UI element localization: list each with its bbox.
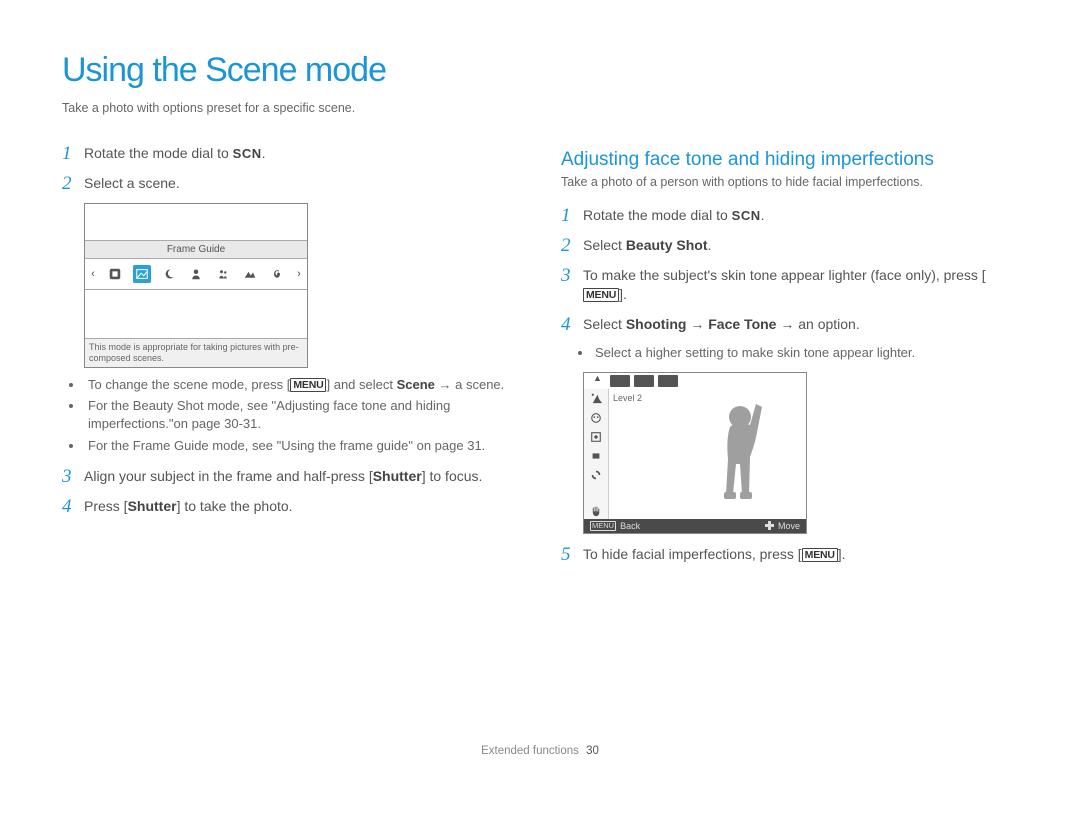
step-number: 1: [62, 143, 84, 163]
step-number: 2: [561, 235, 583, 255]
facetone-icon: [589, 393, 603, 405]
step-number: 4: [561, 314, 583, 334]
lcd-tab-icon: [634, 375, 654, 387]
portrait-icon: [187, 265, 205, 283]
focus-icon: [589, 431, 603, 443]
lcd-tabs: ▲: [584, 373, 806, 389]
lcd-caption: This mode is appropriate for taking pict…: [85, 339, 307, 367]
closeup-icon: [268, 265, 286, 283]
person-silhouette-icon: [700, 399, 770, 517]
step-number: 4: [62, 496, 84, 516]
step-text: Rotate the mode dial to SCN.: [84, 143, 519, 163]
step-3: 3 To make the subject's skin tone appear…: [561, 265, 1018, 304]
menu-mini-icon: MENU: [590, 521, 616, 531]
lcd-tab-icon: [610, 375, 630, 387]
scn-label: SCN: [732, 208, 761, 223]
page-number: 30: [586, 745, 599, 757]
move-label: Move: [778, 520, 800, 532]
step-1: 1 Rotate the mode dial to SCN.: [62, 143, 519, 163]
step-number: 1: [561, 205, 583, 225]
step-4: 4 Press [Shutter] to take the photo.: [62, 496, 519, 516]
night-icon: [160, 265, 178, 283]
content-columns: 1 Rotate the mode dial to SCN. 2 Select …: [62, 143, 1018, 574]
lcd-sidebar: [584, 389, 609, 519]
notes-list: To change the scene mode, press [MENU] a…: [62, 376, 519, 454]
step-4: 4 Select Shooting → Face Tone → an optio…: [561, 314, 1018, 334]
step-number: 2: [62, 173, 84, 193]
note-item: To change the scene mode, press [MENU] a…: [84, 376, 519, 394]
scn-label: SCN: [233, 146, 262, 161]
section-subheading: Take a photo of a person with options to…: [561, 174, 1018, 191]
note-item: For the Beauty Shot mode, see "Adjusting…: [84, 397, 519, 432]
menu-label-icon: MENU: [802, 548, 838, 562]
right-column: Adjusting face tone and hiding imperfect…: [561, 143, 1018, 574]
scene-icon: [106, 265, 124, 283]
frame-guide-icon: [133, 265, 151, 283]
step-text: Select Shooting → Face Tone → an option.: [583, 314, 1018, 334]
page-footer: Extended functions 30: [0, 744, 1080, 760]
frame-guide-screenshot: Frame Guide ‹: [84, 203, 308, 368]
landscape-icon: [241, 265, 259, 283]
step-number: 5: [561, 544, 583, 564]
retouch-icon: [589, 412, 603, 424]
section-heading: Adjusting face tone and hiding imperfect…: [561, 147, 1018, 173]
dpad-icon: [765, 521, 774, 530]
level-label: Level 2: [613, 392, 642, 404]
step-number: 3: [561, 265, 583, 285]
step-3: 3 Align your subject in the frame and ha…: [62, 466, 519, 486]
facetone-screenshot: ▲: [583, 372, 807, 534]
menu-label-icon: MENU: [290, 378, 326, 392]
footer-section: Extended functions: [481, 745, 579, 757]
step-2: 2 Select a scene.: [62, 173, 519, 193]
step-1: 1 Rotate the mode dial to SCN.: [561, 205, 1018, 225]
stabilize-icon: [589, 469, 603, 481]
note-item: For the Frame Guide mode, see "Using the…: [84, 437, 519, 455]
step-5: 5 To hide facial imperfections, press [M…: [561, 544, 1018, 564]
lcd-mode-label: Frame Guide: [85, 240, 307, 260]
hand-stop-icon: [589, 505, 603, 517]
menu-label-icon: MENU: [583, 288, 619, 302]
sub-note-item: Select a higher setting to make skin ton…: [593, 344, 1018, 362]
step-text: Rotate the mode dial to SCN.: [583, 205, 1018, 225]
step-number: 3: [62, 466, 84, 486]
arrow-left-icon: ‹: [89, 267, 97, 282]
page-subtitle: Take a photo with options preset for a s…: [62, 100, 1018, 117]
step-text: To hide facial imperfections, press [MEN…: [583, 544, 1018, 564]
lcd-tab-icon: [658, 375, 678, 387]
page-title: Using the Scene mode: [62, 48, 1018, 94]
step-text: Select a scene.: [84, 173, 519, 193]
metering-icon: [589, 450, 603, 462]
step-text: Select Beauty Shot.: [583, 235, 1018, 255]
step-text: Align your subject in the frame and half…: [84, 466, 519, 486]
left-column: 1 Rotate the mode dial to SCN. 2 Select …: [62, 143, 519, 574]
back-label: Back: [620, 520, 640, 532]
lcd-live-view: Level 2: [609, 389, 806, 519]
step-text: Press [Shutter] to take the photo.: [84, 496, 519, 516]
arrow-right-icon: ›: [295, 267, 303, 282]
manual-page: Using the Scene mode Take a photo with o…: [0, 0, 1080, 780]
lcd-bottom-bar: MENU Back Move: [584, 519, 806, 533]
step-2: 2 Select Beauty Shot.: [561, 235, 1018, 255]
scene-icons-row: ‹: [85, 259, 307, 290]
step-text: To make the subject's skin tone appear l…: [583, 265, 1018, 304]
caret-up-icon: ▲: [593, 372, 602, 384]
sub-note-list: Select a higher setting to make skin ton…: [583, 344, 1018, 362]
children-icon: [214, 265, 232, 283]
